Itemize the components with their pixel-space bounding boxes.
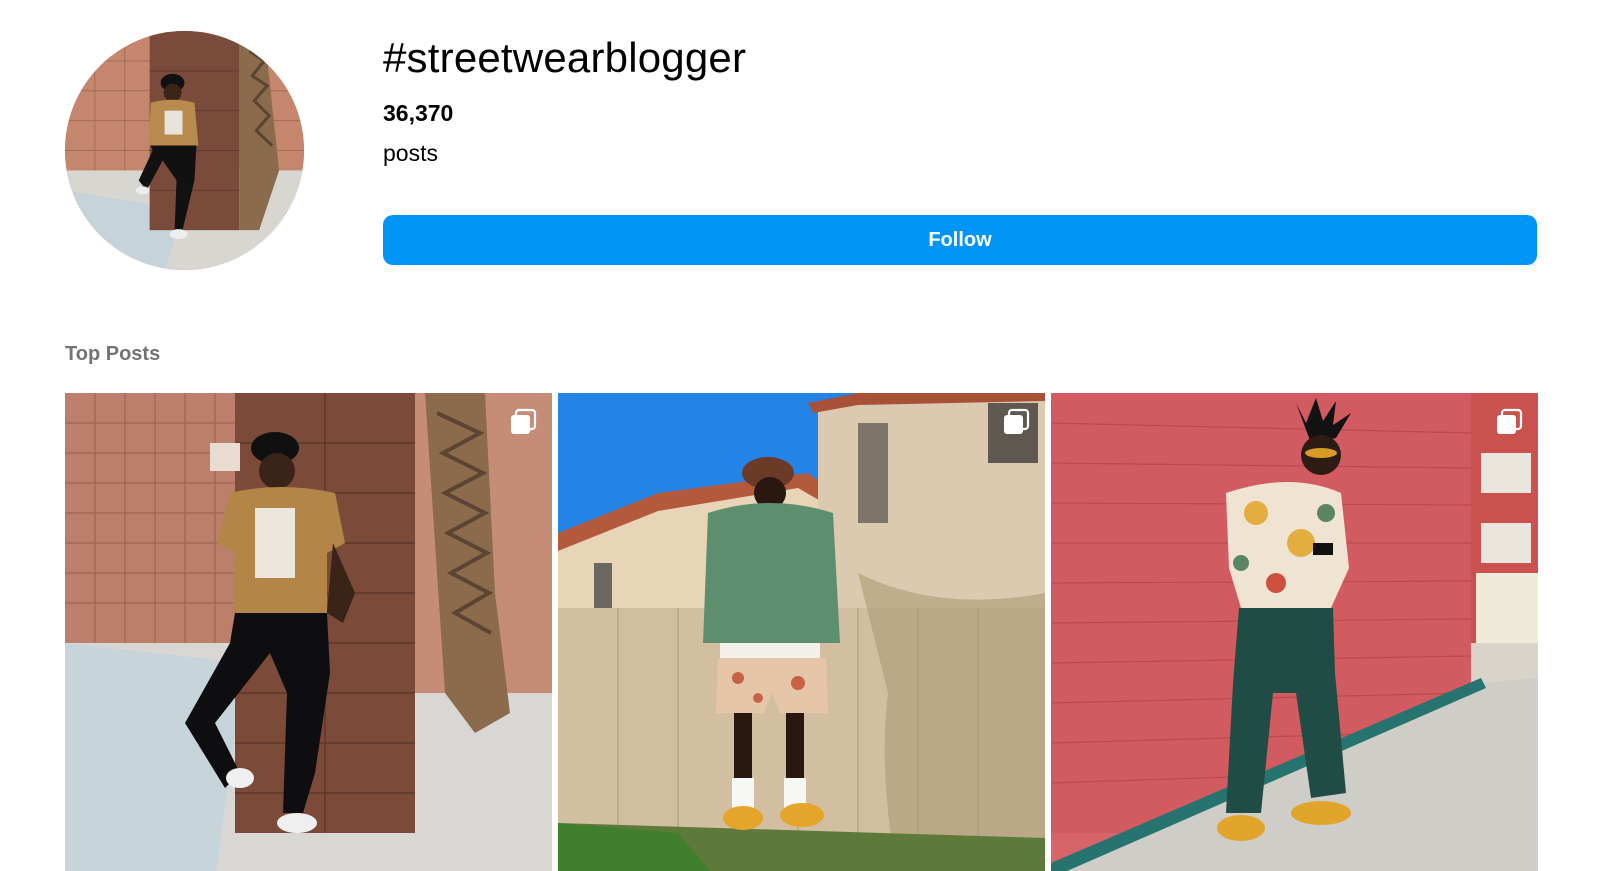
- post-tile-2[interactable]: [558, 393, 1045, 871]
- post-photo-2: [558, 393, 1045, 871]
- carousel-icon: [1494, 407, 1524, 437]
- post-tile-1[interactable]: [65, 393, 552, 871]
- carousel-icon: [1001, 407, 1031, 437]
- top-posts-heading: Top Posts: [65, 343, 161, 365]
- hashtag-avatar[interactable]: [65, 31, 304, 270]
- avatar-photo: [65, 31, 304, 270]
- follow-button[interactable]: Follow: [383, 215, 1537, 265]
- hashtag-title: #streetwearblogger: [383, 34, 747, 81]
- post-count: 36,370: [383, 100, 454, 126]
- post-count-label: posts: [383, 140, 438, 166]
- hashtag-page: #streetwearblogger 36,370 posts Follow T…: [0, 0, 1600, 871]
- post-photo-1: [65, 393, 552, 871]
- post-photo-3: [1051, 393, 1538, 871]
- post-tile-3[interactable]: [1051, 393, 1538, 871]
- carousel-icon: [508, 407, 538, 437]
- top-posts-grid: [65, 393, 1538, 871]
